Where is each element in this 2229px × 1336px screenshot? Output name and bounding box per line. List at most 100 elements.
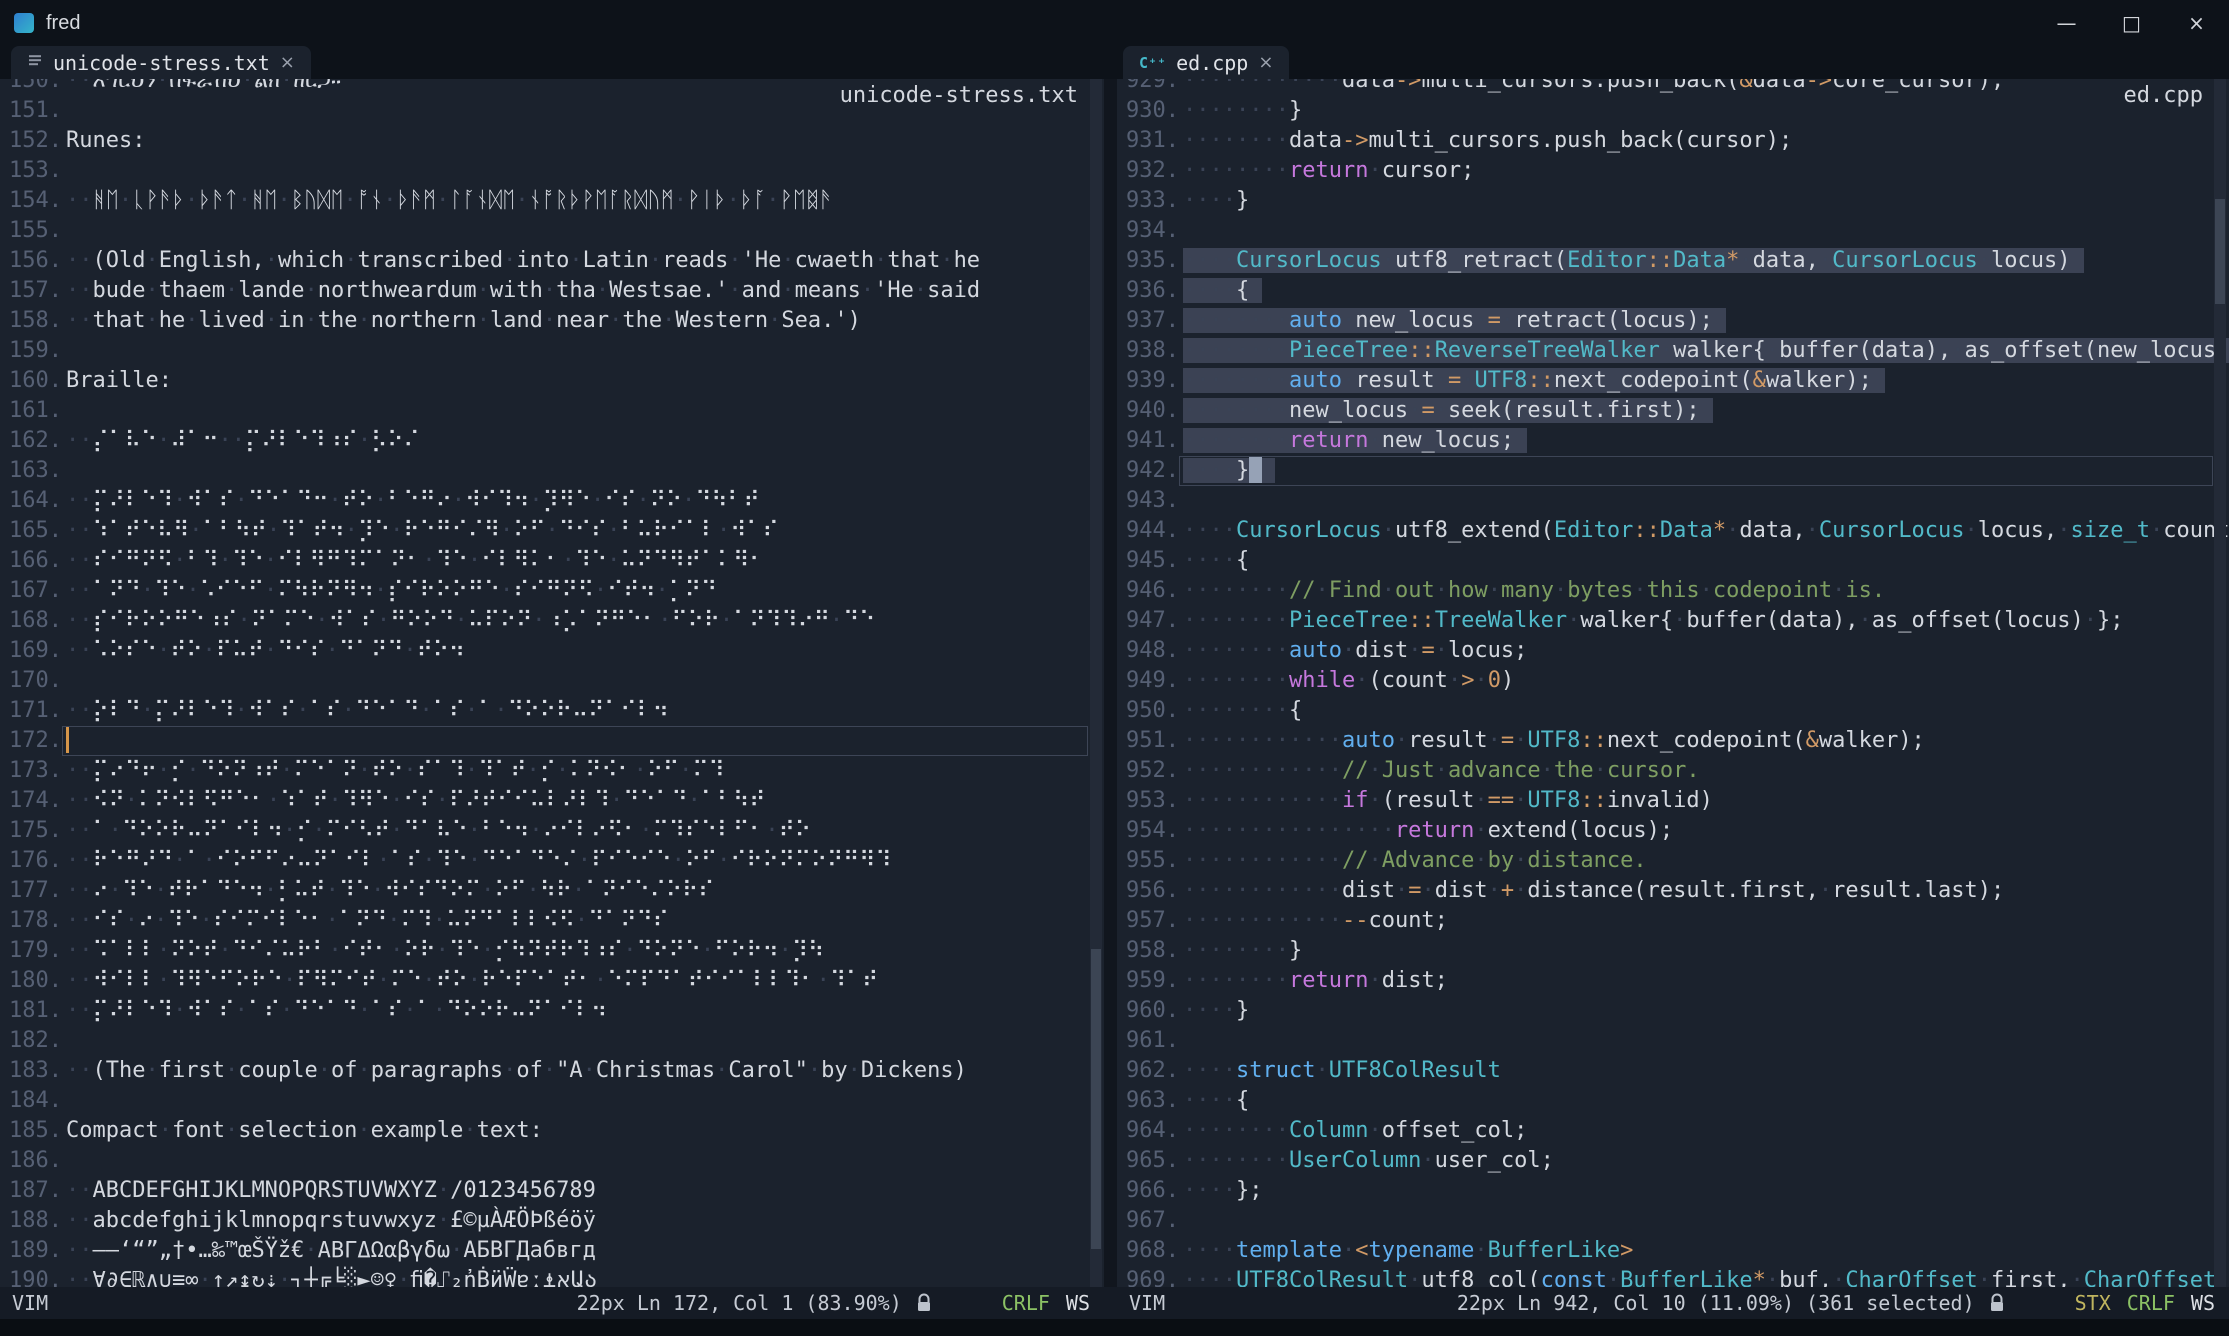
code-line[interactable]: 955.············//·Advance·by·distance. (1117, 846, 2229, 876)
code-line[interactable]: 154.··ᚻᛖ·ᚳᚹᚫᚦ·ᚦᚫᛏ·ᚻᛖ·ᛒᚢᛞᛖ·ᚩᚾ·ᚦᚫᛗ·ᛚᚪᚾᛞᛖ·ᚾ… (0, 186, 1104, 216)
code-line[interactable]: 939.········auto·result·=·UTF8::next_cod… (1117, 366, 2229, 396)
code-line[interactable]: 942.····} (1117, 456, 2229, 486)
code-line[interactable]: 969.····UTF8ColResult·utf8_col(const·Buf… (1117, 1266, 2229, 1287)
code-line[interactable]: 155. (0, 216, 1104, 246)
code-line[interactable]: 966.····}; (1117, 1176, 2229, 1206)
code-line[interactable]: 933.····} (1117, 186, 2229, 216)
code-line[interactable]: 938.········PieceTree::ReverseTreeWalker… (1117, 336, 2229, 366)
code-line[interactable]: 930.········} (1117, 96, 2229, 126)
code-line[interactable]: 177.··⠔·⠹⠑·⠞⠗⠁⠙⠑⠲·⡃⠥⠞·⠹⠑·⠺⠊⠎⠙⠕⠍·⠕⠋·⠳⠗·⠁⠝… (0, 876, 1104, 906)
code-line[interactable]: 179.··⠩⠁⠇⠇·⠝⠕⠞·⠙⠊⠌⠥⠗⠃·⠊⠞⠂·⠕⠗·⠹⠑·⡊⠳⠝⠞⠗⠹⠰⠎… (0, 936, 1104, 966)
tab-unicode-stress-txt[interactable]: unicode-stress.txt × (11, 46, 311, 79)
code-line[interactable]: 944.····CursorLocus·utf8_extend(Editor::… (1117, 516, 2229, 546)
scrollbar[interactable] (2214, 79, 2226, 1287)
code-line[interactable]: 159. (0, 336, 1104, 366)
code-line[interactable]: 950.········{ (1117, 696, 2229, 726)
code-line[interactable]: 175.··⠁·⠙⠕⠕⠗⠤⠝⠁⠊⠇⠲·⡊·⠍⠊⠣⠞·⠙⠁⠧⠑·⠃⠑⠲·⠔⠊⠇⠔⠫… (0, 816, 1104, 846)
code-line[interactable]: 959.········return·dist; (1117, 966, 2229, 996)
code-line[interactable]: 152.Runes: (0, 126, 1104, 156)
code-line[interactable]: 170. (0, 666, 1104, 696)
code-line[interactable]: 185.Compact·font·selection·example·text: (0, 1116, 1104, 1146)
code-line[interactable]: 162.··⡌⠁⠧⠑·⠼⠁⠒··⡍⠜⠇⠑⠹⠰⠎·⡣⠕⠌ (0, 426, 1104, 456)
code-line[interactable]: 936.····{ (1117, 276, 2229, 306)
editor-pane-left[interactable]: 150.··እግርህን·በፍራሽህ·ልክ·ዘርጋ።151.152.Runes:1… (0, 79, 1104, 1287)
code-line[interactable]: 943. (1117, 486, 2229, 516)
flag-crlf[interactable]: CRLF (1002, 1291, 1050, 1315)
code-line[interactable]: 957.············--count; (1117, 906, 2229, 936)
scrollbar-thumb[interactable] (2215, 199, 2225, 304)
code-line[interactable]: 935.····CursorLocus·utf8_retract(Editor:… (1117, 246, 2229, 276)
lock-icon[interactable] (1989, 1293, 2005, 1313)
code-line[interactable]: 956.············dist·=·dist·+·distance(r… (1117, 876, 2229, 906)
code-line[interactable]: 946.········//·Find·out·how·many·bytes·t… (1117, 576, 2229, 606)
code-buffer[interactable]: 929.············data->multi_cursors.push… (1117, 79, 2229, 1287)
code-line[interactable]: 951.············auto·result·=·UTF8::next… (1117, 726, 2229, 756)
code-line[interactable]: 157.··bude·thaem·lande·northweardum·with… (0, 276, 1104, 306)
close-button[interactable]: × (2164, 0, 2229, 46)
code-line[interactable]: 940.········new_locus·=·seek(result.firs… (1117, 396, 2229, 426)
code-line[interactable]: 161. (0, 396, 1104, 426)
code-line[interactable]: 166.··⠎⠊⠛⠝⠫·⠃⠹·⠹⠑·⠊⠇⠻⠛⠹⠍⠁⠝⠂·⠹⠑·⠊⠇⠻⠅⠂·⠹⠑·… (0, 546, 1104, 576)
code-line[interactable]: 962.····struct·UTF8ColResult (1117, 1056, 2229, 1086)
editor-pane-right[interactable]: 929.············data->multi_cursors.push… (1117, 79, 2229, 1287)
code-line[interactable]: 941.········return·new_locus; (1117, 426, 2229, 456)
tab-close-icon[interactable]: × (1258, 52, 1273, 73)
code-line[interactable]: 165.··⠱⠁⠞⠑⠧⠻·⠁⠃⠳⠞·⠹⠁⠞⠲·⡹⠑·⠗⠑⠛⠊⠌⠻·⠕⠋·⠙⠊⠎·… (0, 516, 1104, 546)
flag-ws[interactable]: WS (1066, 1291, 1090, 1315)
minimize-button[interactable]: — (2034, 0, 2099, 46)
code-line[interactable]: 181.··⡍⠜⠇⠑⠹·⠺⠁⠎·⠁⠎·⠙⠑⠁⠙·⠁⠎·⠁·⠙⠕⠕⠗⠤⠝⠁⠊⠇⠲ (0, 996, 1104, 1026)
flag-stx[interactable]: STX (2075, 1291, 2111, 1315)
code-line[interactable]: 167.··⠁⠝⠙·⠹⠑·⠡⠊⠑⠋·⠍⠳⠗⠝⠻⠲·⡎⠊⠗⠕⠕⠛⠑·⠎⠊⠛⠝⠫·⠊… (0, 576, 1104, 606)
code-line[interactable]: 158.··that·he·lived·in·the·northern·land… (0, 306, 1104, 336)
scrollbar[interactable] (1090, 79, 1102, 1287)
code-line[interactable]: 182. (0, 1026, 1104, 1056)
code-line[interactable]: 968.····template·<typename·BufferLike> (1117, 1236, 2229, 1266)
lock-icon[interactable] (916, 1293, 932, 1313)
code-line[interactable]: 187.··ABCDEFGHIJKLMNOPQRSTUVWXYZ·/012345… (0, 1176, 1104, 1206)
code-line[interactable]: 961. (1117, 1026, 2229, 1056)
text-buffer[interactable]: 150.··እግርህን·በፍራሽህ·ልክ·ዘርጋ።151.152.Runes:1… (0, 79, 1104, 1287)
code-line[interactable]: 178.··⠊⠎·⠔·⠹⠑·⠎⠊⠍⠊⠇⠑⠂·⠁⠝⠙·⠍⠹·⠥⠝⠙⠁⠇⠇⠪⠫·⠙⠁… (0, 906, 1104, 936)
code-line[interactable]: 163. (0, 456, 1104, 486)
code-line[interactable]: 174.··⠪⠝·⠅⠝⠪⠇⠫⠛⠑⠂·⠱⠁⠞·⠹⠻⠑·⠊⠎·⠏⠜⠞⠊⠊⠥⠇⠜⠇⠹·… (0, 786, 1104, 816)
code-line[interactable]: 949.········while·(count·>·0) (1117, 666, 2229, 696)
code-line[interactable]: 965.········UserColumn·user_col; (1117, 1146, 2229, 1176)
flag-crlf[interactable]: CRLF (2127, 1291, 2175, 1315)
code-line[interactable]: 934. (1117, 216, 2229, 246)
code-line[interactable]: 172. (0, 726, 1104, 756)
code-line[interactable]: 171.··⡕⠇⠙·⡍⠜⠇⠑⠹·⠺⠁⠎·⠁⠎·⠙⠑⠁⠙·⠁⠎·⠁·⠙⠕⠕⠗⠤⠝⠁… (0, 696, 1104, 726)
code-line[interactable]: 169.··⠡⠕⠎⠑·⠞⠕·⠏⠥⠞·⠙⠊⠎·⠙⠁⠝⠙·⠞⠕⠲ (0, 636, 1104, 666)
code-line[interactable]: 945.····{ (1117, 546, 2229, 576)
scrollbar-thumb[interactable] (1091, 949, 1101, 1249)
tab-close-icon[interactable]: × (280, 52, 295, 73)
code-line[interactable]: 156.··(Old·English,·which·transcribed·in… (0, 246, 1104, 276)
code-line[interactable]: 937.········auto·new_locus·=·retract(loc… (1117, 306, 2229, 336)
code-line[interactable]: 188.··abcdefghijklmnopqrstuvwxyz·£©µÀÆÖÞ… (0, 1206, 1104, 1236)
code-line[interactable]: 153. (0, 156, 1104, 186)
code-line[interactable]: 176.··⠗⠑⠛⠜⠙·⠁·⠊⠕⠋⠋⠔⠤⠝⠁⠊⠇·⠁⠎·⠹⠑·⠙⠑⠁⠙⠑⠌·⠏⠊… (0, 846, 1104, 876)
code-line[interactable]: 954.················return·extend(locus)… (1117, 816, 2229, 846)
code-line[interactable]: 952.············//·Just·advance·the·curs… (1117, 756, 2229, 786)
code-line[interactable]: 183.··(The·first·couple·of·paragraphs·of… (0, 1056, 1104, 1086)
code-line[interactable]: 948.········auto·dist·=·locus; (1117, 636, 2229, 666)
pane-divider[interactable] (1104, 79, 1117, 1287)
code-line[interactable]: 960.····} (1117, 996, 2229, 1026)
code-line[interactable]: 958.········} (1117, 936, 2229, 966)
code-line[interactable]: 931.········data->multi_cursors.push_bac… (1117, 126, 2229, 156)
code-line[interactable]: 929.············data->multi_cursors.push… (1117, 79, 2229, 96)
code-line[interactable]: 967. (1117, 1206, 2229, 1236)
code-line[interactable]: 186. (0, 1146, 1104, 1176)
code-line[interactable]: 963.····{ (1117, 1086, 2229, 1116)
code-line[interactable]: 173.··⡍⠔⠙⠖·⡊·⠙⠕⠝⠰⠞·⠍⠑⠁⠝·⠞⠕·⠎⠁⠹·⠹⠁⠞·⡊·⠅⠝⠪… (0, 756, 1104, 786)
code-line[interactable]: 160.Braille: (0, 366, 1104, 396)
code-line[interactable]: 184. (0, 1086, 1104, 1116)
code-line[interactable]: 168.··⡎⠊⠗⠕⠕⠛⠑⠰⠎·⠝⠁⠍⠑·⠺⠁⠎·⠛⠕⠕⠙·⠥⠏⠕⠝·⠰⡡⠁⠝⠛… (0, 606, 1104, 636)
code-line[interactable]: 953.············if·(result·==·UTF8::inva… (1117, 786, 2229, 816)
code-line[interactable]: 189.··–—‘“”„†•…‰™œŠŸž€·ΑΒΓΔΩαβγδω·АБВГДа… (0, 1236, 1104, 1266)
code-line[interactable]: 180.··⠺⠊⠇⠇·⠹⠻⠑⠋⠕⠗⠑·⠏⠻⠍⠊⠞·⠍⠑·⠞⠕·⠗⠑⠏⠑⠁⠞⠂·⠑… (0, 966, 1104, 996)
tab-ed-cpp[interactable]: C⁺⁺ ed.cpp × (1123, 46, 1289, 79)
code-line[interactable]: 164.··⡍⠜⠇⠑⠹·⠺⠁⠎·⠙⠑⠁⠙⠒·⠞⠕·⠃⠑⠛⠔·⠺⠊⠹⠲·⡹⠻⠑·⠊… (0, 486, 1104, 516)
flag-ws[interactable]: WS (2191, 1291, 2215, 1315)
code-line[interactable]: 932.········return·cursor; (1117, 156, 2229, 186)
code-line[interactable]: 190.··∀∂∈ℝ∧∪≡∞·↑↗↨↻⇣·┐┼╔╘░►☺♀·ﬁ�⑀₂ἠḂӥẄɐː… (0, 1266, 1104, 1287)
